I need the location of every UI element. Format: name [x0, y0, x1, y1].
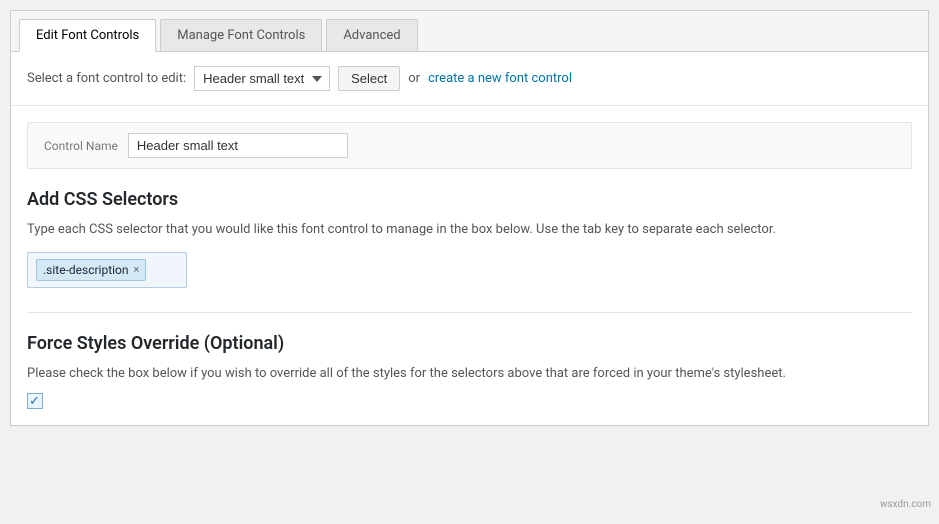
css-selectors-heading: Add CSS Selectors: [27, 189, 912, 210]
create-new-link[interactable]: create a new font control: [428, 71, 572, 86]
force-styles-checkbox-wrapper: [27, 393, 912, 409]
force-styles-section: Force Styles Override (Optional) Please …: [27, 333, 912, 410]
force-styles-checkbox[interactable]: [27, 393, 43, 409]
force-styles-description: Please check the box below if you wish t…: [27, 364, 912, 384]
control-name-row: Control Name: [27, 122, 912, 169]
section-divider: [27, 312, 912, 313]
control-name-input[interactable]: [128, 133, 348, 158]
css-selector-tag: .site-description ×: [36, 259, 146, 281]
tab-advanced[interactable]: Advanced: [326, 19, 417, 51]
main-content: Control Name Add CSS Selectors Type each…: [11, 106, 928, 425]
tab-edit-font-controls[interactable]: Edit Font Controls: [19, 19, 156, 52]
select-label: Select a font control to edit:: [27, 71, 186, 86]
css-selectors-description: Type each CSS selector that you would li…: [27, 220, 912, 240]
css-selector-tag-text: .site-description: [43, 263, 129, 277]
css-selectors-tag-container[interactable]: .site-description ×: [27, 252, 187, 288]
tabs-bar: Edit Font Controls Manage Font Controls …: [11, 11, 928, 52]
tab-manage-font-controls[interactable]: Manage Font Controls: [160, 19, 322, 51]
force-styles-heading: Force Styles Override (Optional): [27, 333, 912, 354]
watermark: wsxdn.com: [880, 499, 931, 510]
or-text: or: [408, 71, 420, 86]
css-selector-tag-remove[interactable]: ×: [134, 264, 140, 275]
select-button[interactable]: Select: [338, 66, 400, 91]
page-wrapper: Edit Font Controls Manage Font Controls …: [10, 10, 929, 426]
select-bar: Select a font control to edit: Header sm…: [11, 52, 928, 106]
control-name-label: Control Name: [44, 139, 118, 153]
font-control-select[interactable]: Header small text: [194, 66, 330, 91]
